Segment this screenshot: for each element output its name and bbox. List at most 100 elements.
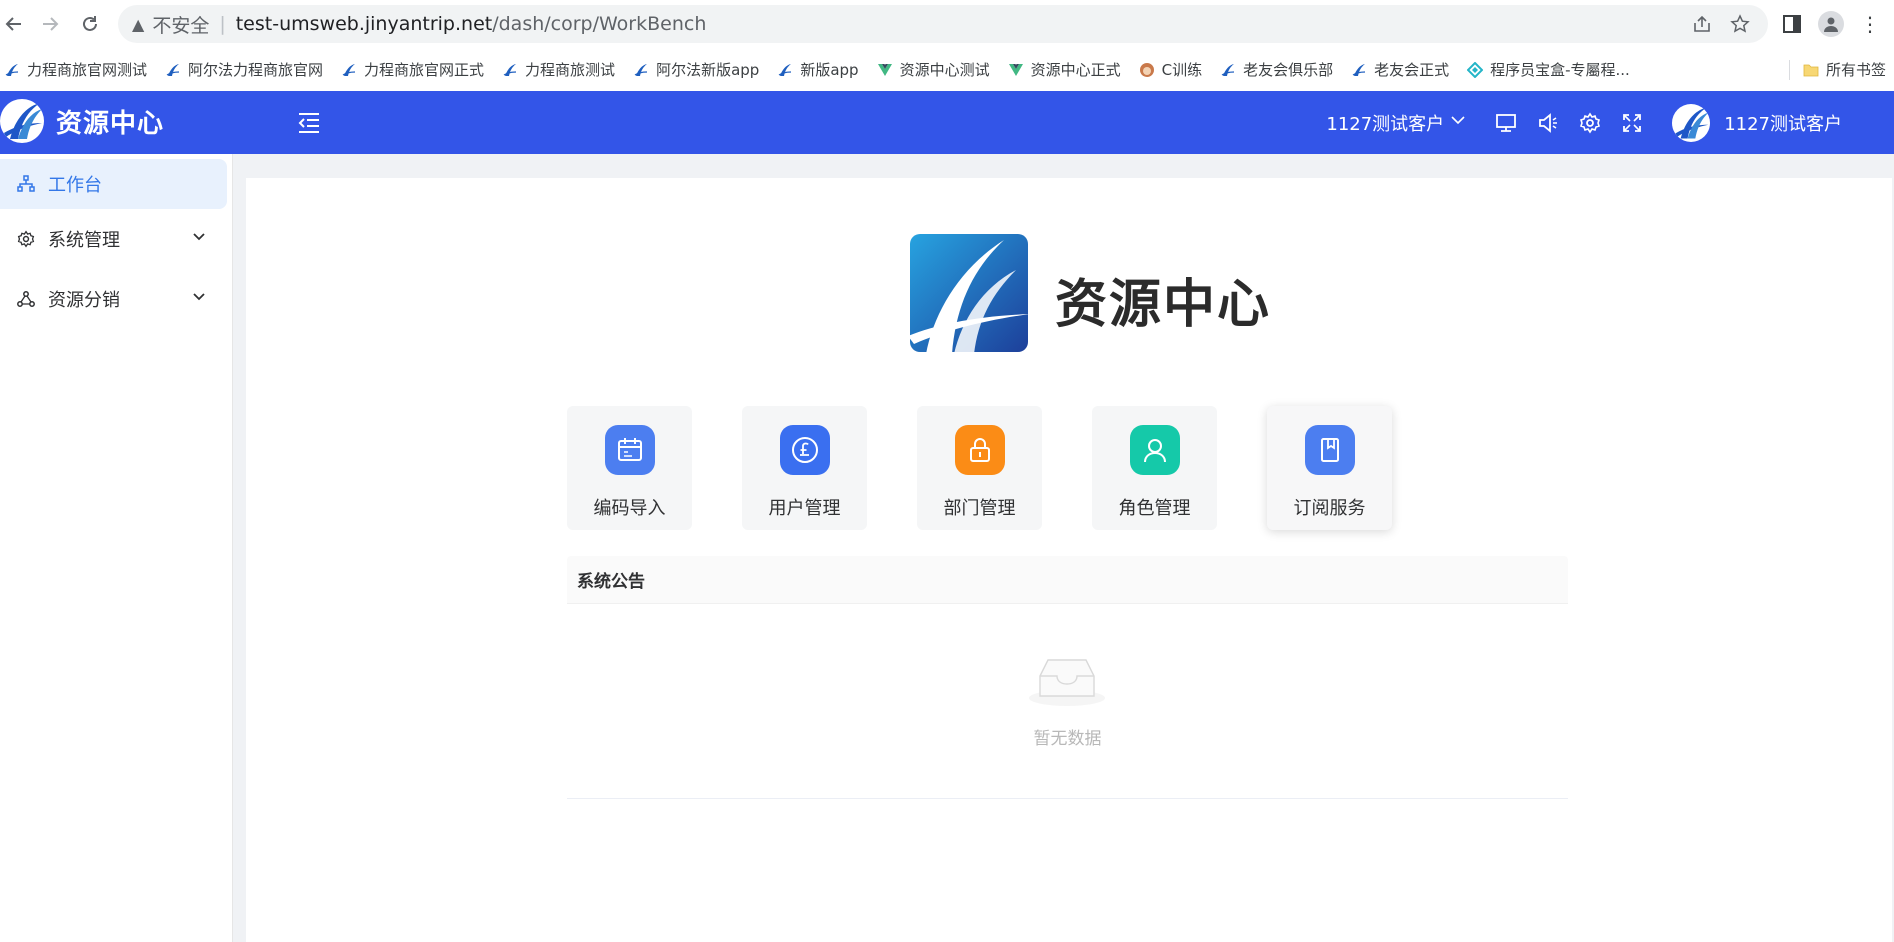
bookmarks-bar: 力程商旅官网测试 阿尔法力程商旅官网 力程商旅官网正式 力程商旅测试 阿尔法新版… xyxy=(0,48,1894,91)
monitor-icon[interactable] xyxy=(1494,111,1518,135)
tile-label: 部门管理 xyxy=(943,498,1016,519)
sidebar-item-resource-distribution[interactable]: 资源分销 xyxy=(0,274,227,324)
gem-icon xyxy=(1467,61,1484,78)
bookmark-book-icon xyxy=(1305,425,1355,475)
bookmark-label: 阿尔法新版app xyxy=(656,61,760,79)
bookmark-label: 新版app xyxy=(800,61,859,79)
fullscreen-icon[interactable] xyxy=(1620,111,1644,135)
tenant-switcher[interactable]: 1127测试客户 xyxy=(1326,110,1466,136)
tile-user-management[interactable]: 用户管理 xyxy=(742,406,867,530)
blue-logo-icon xyxy=(502,62,518,78)
bookmark-label: 力程商旅官网正式 xyxy=(364,61,485,79)
tile-label: 订阅服务 xyxy=(1293,498,1366,519)
blue-logo-icon xyxy=(341,62,357,78)
side-panel-icon[interactable] xyxy=(1780,12,1804,36)
bookmark-item[interactable]: C训练 xyxy=(1139,59,1202,80)
chevron-down-icon xyxy=(1450,112,1466,133)
address-bar[interactable]: ▲ 不安全 | test-umsweb.jinyantrip.net /dash… xyxy=(118,5,1768,43)
url-host: test-umsweb.jinyantrip.net xyxy=(235,13,493,35)
system-notice-panel: 系统公告 暂无数据 xyxy=(567,556,1568,799)
lock-icon xyxy=(955,425,1005,475)
tile-department-management[interactable]: 部门管理 xyxy=(917,406,1042,530)
pound-coin-icon xyxy=(780,425,830,475)
forward-arrow-icon[interactable] xyxy=(36,10,64,38)
bookmark-item[interactable]: 程序员宝盒-专屬程... xyxy=(1467,59,1630,80)
tile-label: 用户管理 xyxy=(768,498,841,519)
bookmark-item[interactable]: 力程商旅官网正式 xyxy=(341,59,484,80)
header-right: 1127测试客户 1127测试客户 xyxy=(1326,91,1894,154)
app-name: 资源中心 xyxy=(56,108,165,139)
empty-inbox-icon xyxy=(1026,652,1108,712)
page-title: 资源中心 xyxy=(1055,275,1272,335)
all-bookmarks-label: 所有书签 xyxy=(1825,61,1886,79)
user-avatar[interactable] xyxy=(1672,103,1711,142)
blue-logo-icon xyxy=(165,62,181,78)
share-icon xyxy=(16,289,36,309)
sidebar-item-system-management[interactable]: 系统管理 xyxy=(0,214,227,264)
bookmark-item[interactable]: 资源中心正式 xyxy=(1008,59,1121,80)
bookmark-item[interactable]: 阿尔法力程商旅官网 xyxy=(165,59,323,80)
tile-label: 编码导入 xyxy=(593,498,666,519)
blue-logo-icon xyxy=(777,62,793,78)
bookmark-label: 资源中心正式 xyxy=(1030,61,1121,79)
blue-logo-icon xyxy=(4,62,20,78)
share-page-icon[interactable] xyxy=(1692,5,1712,43)
bookmark-item[interactable]: 力程商旅测试 xyxy=(502,59,615,80)
browser-toolbar: ▲ 不安全 | test-umsweb.jinyantrip.net /dash… xyxy=(0,0,1894,48)
resource-center-logo-icon xyxy=(908,232,1030,354)
bookmark-label: 力程商旅测试 xyxy=(525,61,616,79)
app-header: 资源中心 1127测试客户 1127测试客户 xyxy=(0,91,1894,154)
tile-code-import[interactable]: 编码导入 xyxy=(567,406,692,530)
tile-label: 角色管理 xyxy=(1118,498,1191,519)
bookmark-label: 力程商旅官网测试 xyxy=(27,61,148,79)
browser-menu-icon[interactable]: ⋮ xyxy=(1860,12,1880,36)
back-arrow-icon[interactable] xyxy=(0,10,28,38)
avatar-icon xyxy=(1139,62,1155,78)
sidebar-item-label: 资源分销 xyxy=(48,290,120,311)
url-path: /dash/corp/WorkBench xyxy=(492,13,707,35)
user-name[interactable]: 1127测试客户 xyxy=(1724,110,1842,136)
bookmark-label: 资源中心测试 xyxy=(899,61,990,79)
vue-icon xyxy=(1008,62,1024,78)
bookmark-label: C训练 xyxy=(1161,61,1203,79)
blue-logo-icon xyxy=(1351,62,1367,78)
sidebar-item-workbench[interactable]: 工作台 xyxy=(0,159,227,209)
sidebar-item-label: 工作台 xyxy=(48,175,102,196)
bookmark-item[interactable]: 力程商旅官网测试 xyxy=(4,59,147,80)
sidebar-item-label: 系统管理 xyxy=(48,230,120,251)
folder-icon xyxy=(1803,62,1819,78)
blue-logo-icon xyxy=(1220,62,1236,78)
bookmark-item[interactable]: 新版app xyxy=(777,59,859,80)
bookmark-item[interactable]: 老友会俱乐部 xyxy=(1220,59,1333,80)
bookmark-label: 阿尔法力程商旅官网 xyxy=(188,61,324,79)
warning-triangle-icon: ▲ xyxy=(132,14,145,34)
calendar-icon xyxy=(605,425,655,475)
bookmark-item[interactable]: 资源中心测试 xyxy=(877,59,990,80)
gear-icon[interactable] xyxy=(1578,111,1602,135)
vue-icon xyxy=(877,62,893,78)
bookmark-item[interactable]: 老友会正式 xyxy=(1351,59,1449,80)
speaker-icon[interactable] xyxy=(1536,111,1560,135)
bookmark-item[interactable]: 阿尔法新版app xyxy=(633,59,759,80)
star-bookmark-icon[interactable] xyxy=(1730,5,1750,43)
all-bookmarks[interactable]: 所有书签 xyxy=(1803,59,1886,80)
chevron-down-icon xyxy=(191,289,207,305)
bookmark-label: 老友会俱乐部 xyxy=(1243,61,1334,79)
blue-logo-icon xyxy=(633,62,649,78)
browser-right-tools: ⋮ xyxy=(1780,10,1880,38)
chevron-down-icon xyxy=(191,229,207,245)
menu-collapse-icon[interactable] xyxy=(296,110,322,136)
profile-icon[interactable] xyxy=(1818,11,1844,37)
bookmark-label: 老友会正式 xyxy=(1374,61,1450,79)
app-logo[interactable]: 资源中心 xyxy=(0,99,164,143)
tenant-label: 1127测试客户 xyxy=(1326,113,1445,135)
person-icon xyxy=(1130,425,1180,475)
logo-icon xyxy=(0,99,44,143)
bookmarks-divider xyxy=(1789,60,1790,80)
gear-icon xyxy=(16,229,36,249)
tile-subscription-service[interactable]: 订阅服务 xyxy=(1267,406,1392,530)
address-separator: | xyxy=(219,13,226,35)
reload-icon[interactable] xyxy=(76,10,104,38)
tile-role-management[interactable]: 角色管理 xyxy=(1092,406,1217,530)
bookmark-label: 程序员宝盒-专屬程... xyxy=(1490,61,1630,79)
